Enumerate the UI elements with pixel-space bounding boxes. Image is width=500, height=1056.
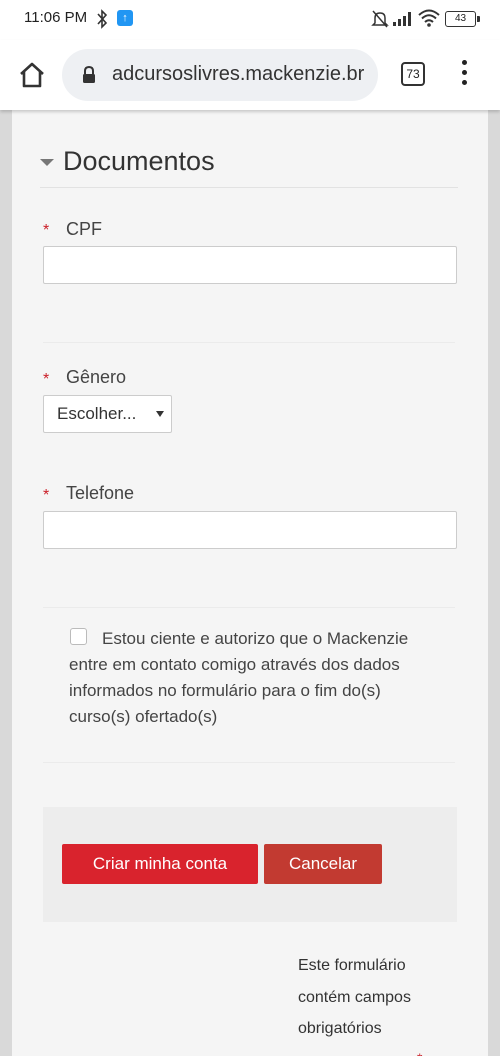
telefone-input[interactable] xyxy=(43,511,457,549)
genero-label: Gênero xyxy=(66,367,127,387)
genero-selected-value: Escolher... xyxy=(57,404,137,423)
cpf-input[interactable] xyxy=(43,246,457,284)
home-icon[interactable] xyxy=(16,59,48,91)
wifi-icon xyxy=(418,9,440,27)
form-actions: Criar minha conta Cancelar xyxy=(43,807,457,922)
collapse-arrow-icon[interactable] xyxy=(40,159,54,166)
lock-icon xyxy=(83,66,95,83)
signal-icon xyxy=(393,12,411,26)
field-divider xyxy=(43,762,455,763)
section-title: Documentos xyxy=(63,146,215,176)
status-time: 11:06 PM xyxy=(24,9,88,26)
field-divider xyxy=(43,607,455,608)
notification-icon: ↑ xyxy=(117,10,133,26)
page-content: Documentos * CPF * Gênero Escolher... * … xyxy=(12,110,488,1056)
field-divider xyxy=(43,342,455,343)
section-header-documentos[interactable]: Documentos xyxy=(40,146,458,188)
required-marker: * xyxy=(43,487,50,504)
battery-icon: 43 xyxy=(445,11,480,27)
telefone-label: Telefone xyxy=(66,483,135,503)
mute-icon xyxy=(371,10,389,28)
consent-text[interactable]: Estou ciente e autorizo que o Mackenzie … xyxy=(69,626,441,730)
create-account-button[interactable]: Criar minha conta xyxy=(62,844,258,884)
more-vert-icon[interactable] xyxy=(456,60,472,90)
cancel-button[interactable]: Cancelar xyxy=(264,844,382,884)
required-marker: * xyxy=(417,1050,422,1056)
genero-select[interactable]: Escolher... xyxy=(43,395,172,433)
required-marker: * xyxy=(43,371,50,388)
required-marker: * xyxy=(43,222,50,239)
browser-toolbar: adcursoslivres.mackenzie.br 73 xyxy=(0,40,500,110)
url-text: adcursoslivres.mackenzie.br xyxy=(112,63,365,85)
status-bar: 11:06 PM ↑ 43 xyxy=(0,0,500,40)
tabs-icon[interactable]: 73 xyxy=(401,62,425,86)
required-fields-note: Este formulário contém campos obrigatóri… xyxy=(298,957,411,1037)
url-bar[interactable]: adcursoslivres.mackenzie.br xyxy=(62,49,378,101)
bluetooth-icon xyxy=(97,9,108,29)
dropdown-arrow-icon xyxy=(156,411,164,417)
cpf-label: CPF xyxy=(66,219,102,239)
